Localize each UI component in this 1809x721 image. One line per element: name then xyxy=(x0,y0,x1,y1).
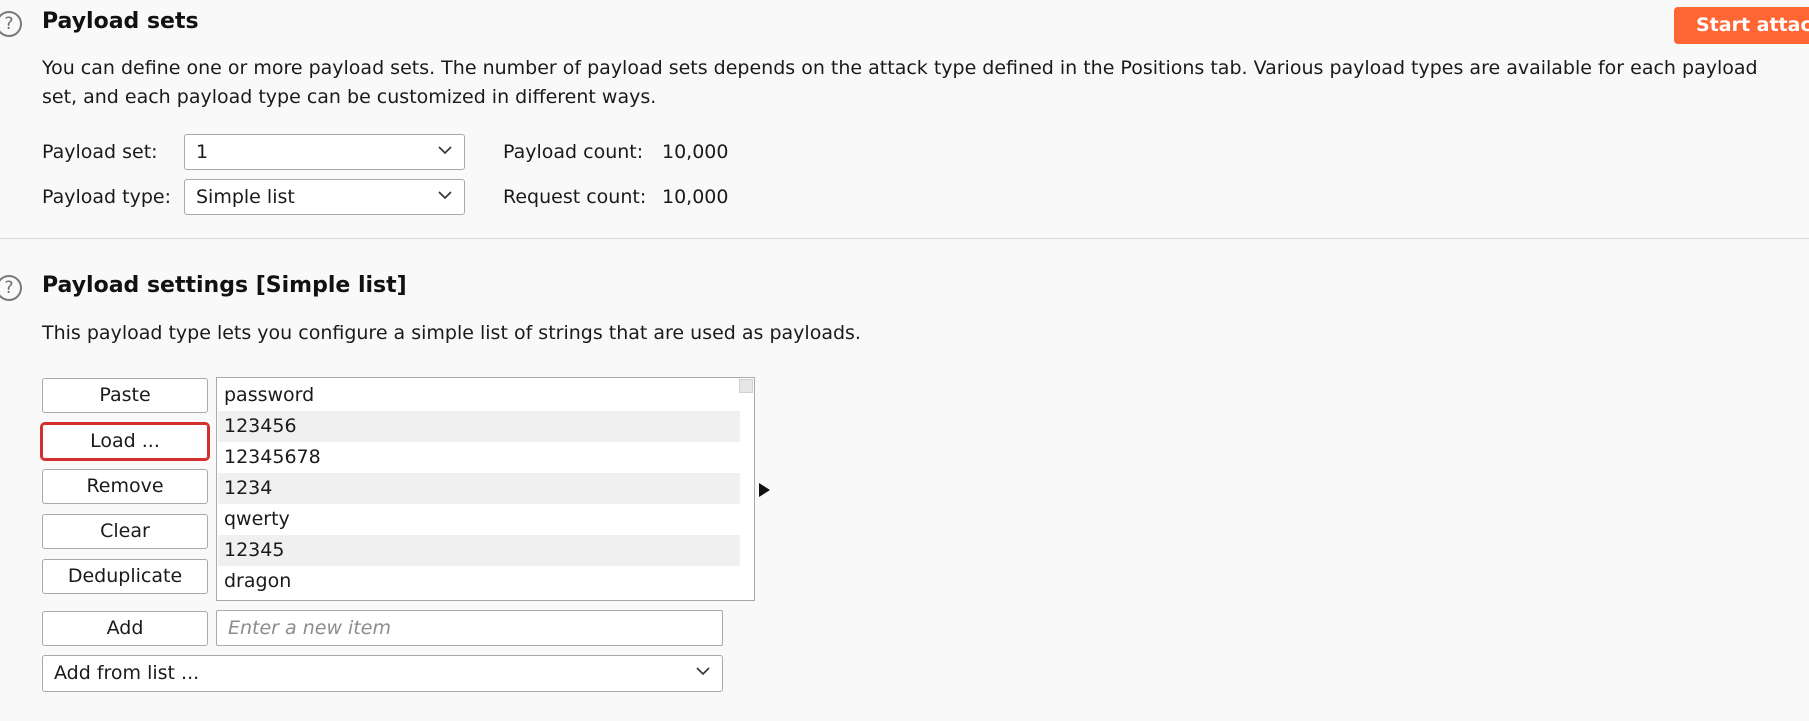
request-count-value: 10,000 xyxy=(662,186,729,208)
list-item[interactable]: dragon xyxy=(218,566,740,597)
payload-set-label: Payload set: xyxy=(42,141,158,163)
paste-button[interactable]: Paste xyxy=(42,378,208,413)
payload-set-value: 1 xyxy=(196,141,209,163)
deduplicate-button[interactable]: Deduplicate xyxy=(42,559,208,594)
payload-type-select[interactable]: Simple list xyxy=(184,179,465,215)
clear-button[interactable]: Clear xyxy=(42,514,208,549)
section-divider xyxy=(0,238,1809,239)
payload-settings-title: Payload settings [Simple list] xyxy=(42,273,407,298)
scrollbar[interactable] xyxy=(739,379,753,393)
load-button[interactable]: Load ... xyxy=(40,422,210,461)
list-item[interactable]: password xyxy=(218,380,740,411)
help-icon[interactable]: ? xyxy=(0,275,22,301)
payload-settings-description: This payload type lets you configure a s… xyxy=(42,322,861,344)
list-item[interactable]: 1234 xyxy=(218,473,740,504)
payload-list[interactable]: password 123456 12345678 1234 qwerty 123… xyxy=(216,377,755,601)
payload-type-value: Simple list xyxy=(196,186,295,208)
add-from-list-select[interactable]: Add from list ... xyxy=(42,655,723,692)
request-count-label: Request count: xyxy=(503,186,647,208)
new-item-input[interactable] xyxy=(216,610,723,646)
chevron-down-icon xyxy=(696,667,710,676)
remove-button[interactable]: Remove xyxy=(42,469,208,504)
expand-arrow-icon[interactable] xyxy=(759,483,770,497)
add-button[interactable]: Add xyxy=(42,611,208,646)
add-from-list-label: Add from list ... xyxy=(54,662,200,684)
list-item[interactable]: 12345678 xyxy=(218,442,740,473)
payload-count-value: 10,000 xyxy=(662,141,729,163)
start-attack-button[interactable]: Start attac xyxy=(1674,7,1809,44)
list-item[interactable]: qwerty xyxy=(218,504,740,535)
payload-count-label: Payload count: xyxy=(503,141,644,163)
chevron-down-icon xyxy=(438,191,452,200)
payload-sets-description: You can define one or more payload sets.… xyxy=(42,57,1758,108)
list-item[interactable]: 12345 xyxy=(218,535,740,566)
list-item[interactable]: 123456 xyxy=(218,411,740,442)
chevron-down-icon xyxy=(438,146,452,155)
help-icon[interactable]: ? xyxy=(0,11,22,37)
payload-sets-title: Payload sets xyxy=(42,9,199,34)
payload-set-select[interactable]: 1 xyxy=(184,134,465,170)
payload-type-label: Payload type: xyxy=(42,186,171,208)
